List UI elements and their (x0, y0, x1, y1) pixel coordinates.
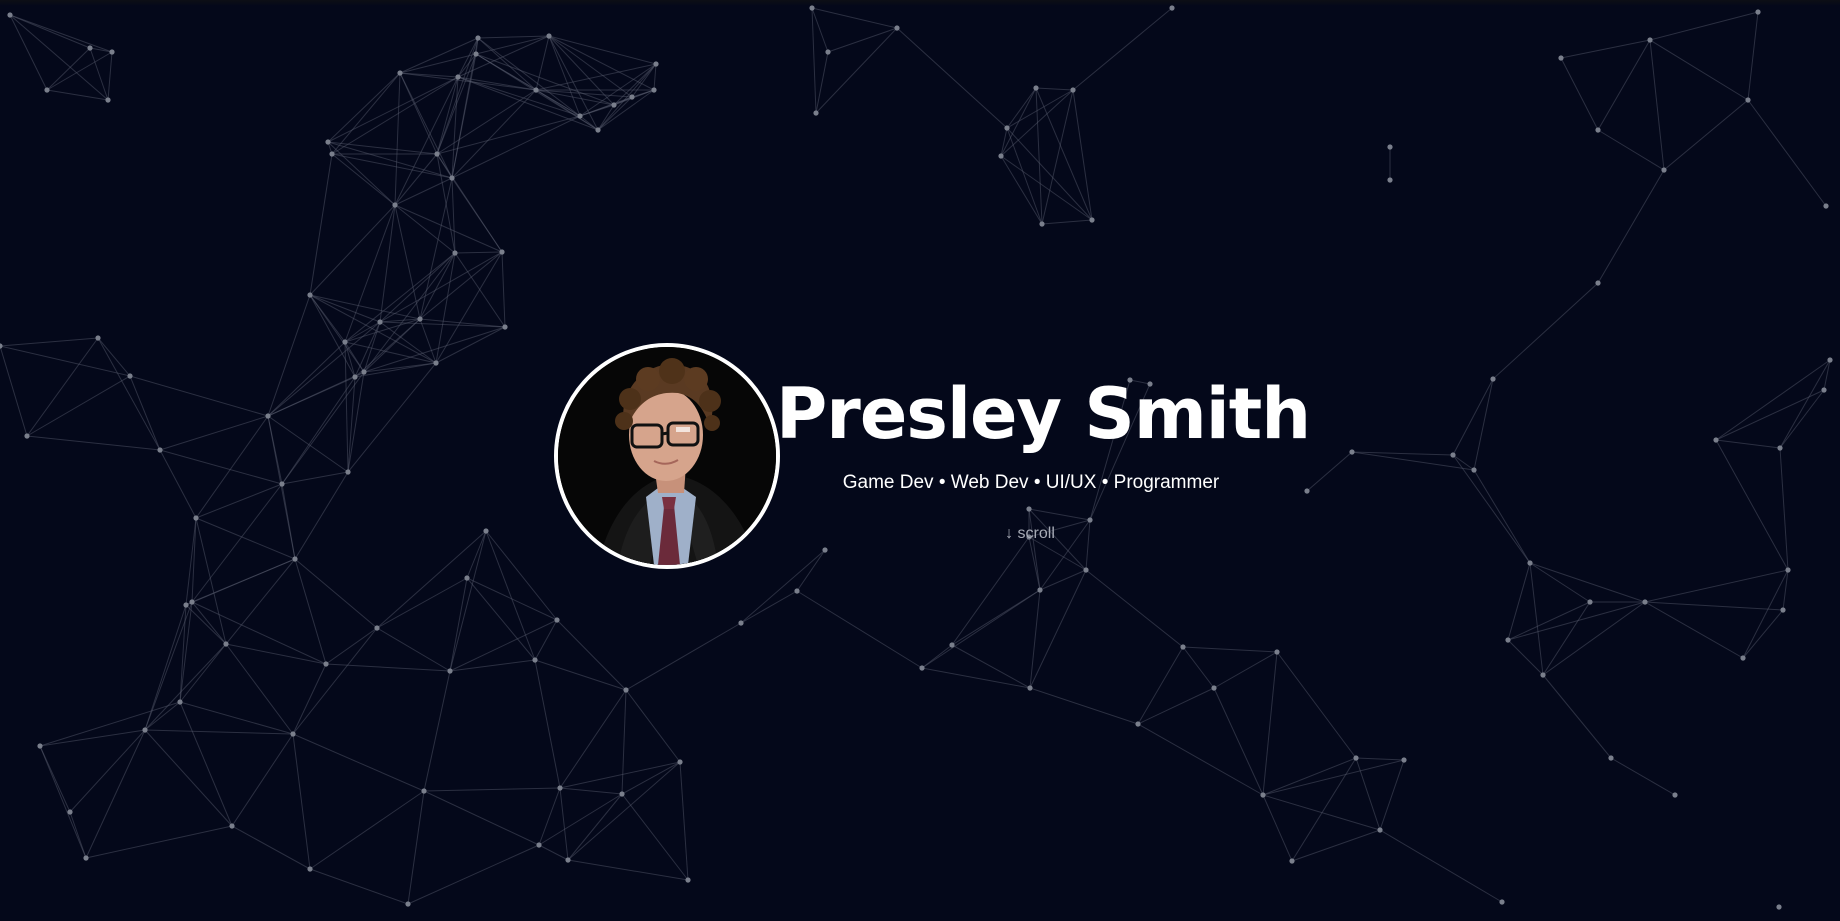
profile-photo (554, 343, 780, 569)
portrait-illustration (558, 347, 776, 565)
hero-content: Presley Smith Game Dev • Web Dev • UI/UX… (0, 0, 1840, 921)
hero-roles: Game Dev • Web Dev • UI/UX • Programmer (842, 472, 1220, 493)
hero-name: Presley Smith (776, 373, 1311, 455)
scroll-hint[interactable]: ↓ scroll (980, 522, 1080, 546)
hero-section: Presley Smith Game Dev • Web Dev • UI/UX… (0, 0, 1840, 921)
